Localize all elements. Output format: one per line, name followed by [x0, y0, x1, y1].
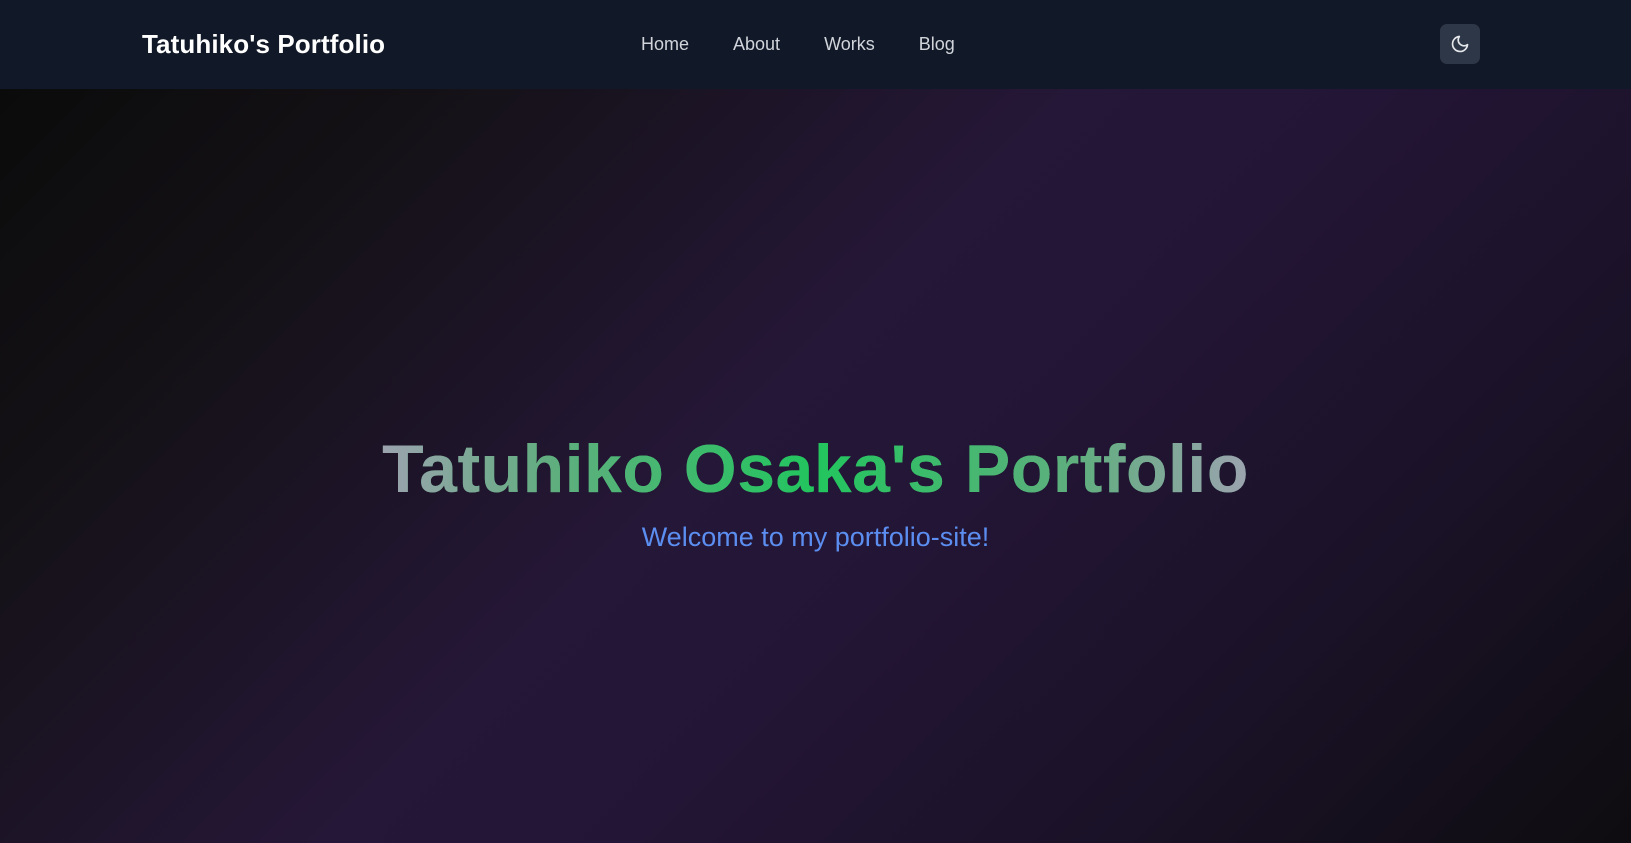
nav-link-about[interactable]: About [733, 31, 780, 57]
hero-section: Tatuhiko Osaka's Portfolio Welcome to my… [0, 89, 1631, 843]
nav-link-home[interactable]: Home [641, 31, 689, 57]
moon-icon [1451, 35, 1469, 53]
hero-subtitle: Welcome to my portfolio-site! [641, 522, 990, 552]
nav-link-works[interactable]: Works [824, 31, 875, 57]
main-nav: Home About Works Blog [641, 31, 955, 57]
brand-logo-text[interactable]: Tatuhiko's Portfolio [142, 26, 385, 62]
theme-toggle-button[interactable] [1440, 24, 1480, 64]
hero-title: Tatuhiko Osaka's Portfolio [0, 429, 1631, 509]
page: Tatuhiko's Portfolio Home About Works Bl… [0, 0, 1631, 843]
navbar: Tatuhiko's Portfolio Home About Works Bl… [0, 0, 1631, 89]
hero-title-text: Tatuhiko Osaka's Portfolio [382, 431, 1249, 507]
nav-link-blog[interactable]: Blog [919, 31, 955, 57]
